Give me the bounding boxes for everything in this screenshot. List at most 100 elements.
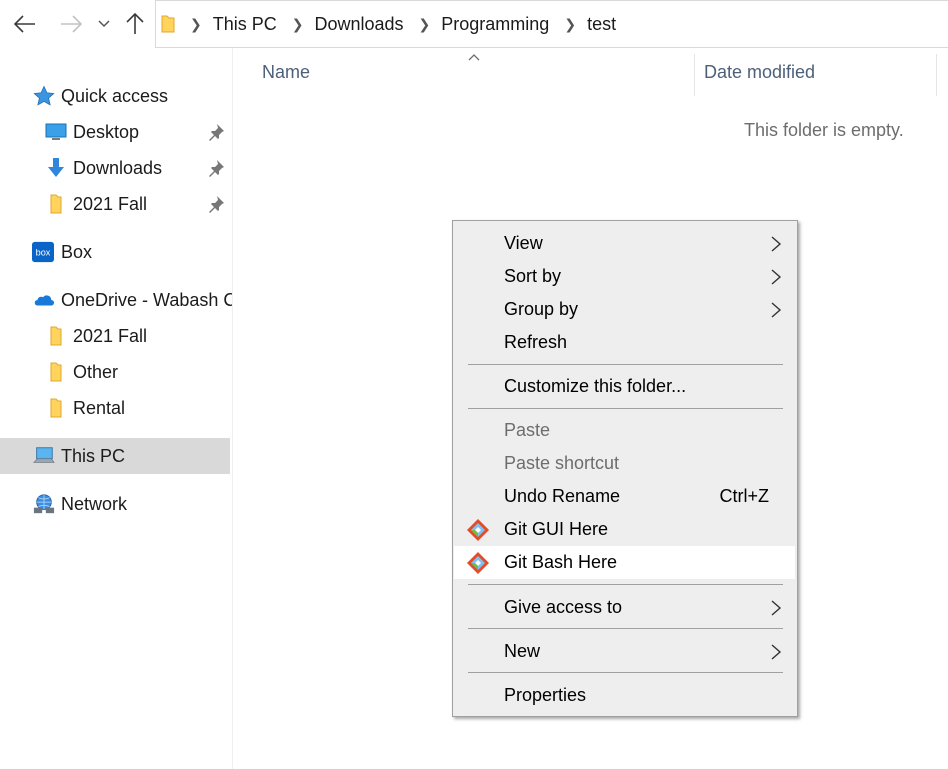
context-menu: View Sort by Group by Refresh Customize … xyxy=(452,220,798,717)
breadcrumb-this-pc[interactable]: This PC xyxy=(213,14,277,35)
sidebar-item-label: Rental xyxy=(73,397,126,418)
breadcrumb-separator-icon: ❯ xyxy=(190,15,202,32)
menu-item-give-access-to[interactable]: Give access to xyxy=(454,591,795,624)
menu-separator xyxy=(468,628,783,629)
computer-icon xyxy=(33,445,55,467)
menu-item-label: Sort by xyxy=(504,266,562,286)
star-icon xyxy=(33,85,55,107)
folder-icon xyxy=(45,193,67,215)
chevron-down-icon xyxy=(98,20,110,28)
sidebar-item-label: 2021 Fall xyxy=(73,325,148,346)
menu-item-group-by[interactable]: Group by xyxy=(454,293,795,326)
menu-item-git-bash-here[interactable]: Git Bash Here xyxy=(454,546,795,579)
menu-item-label: Group by xyxy=(504,299,579,319)
menu-item-label: Git Bash Here xyxy=(504,552,618,572)
up-button[interactable] xyxy=(122,8,148,40)
git-icon xyxy=(467,552,489,574)
menu-item-sort-by[interactable]: Sort by xyxy=(454,260,795,293)
sidebar-item-other[interactable]: Other xyxy=(0,354,230,390)
chevron-right-icon xyxy=(771,600,782,616)
sidebar-item-box[interactable]: box Box xyxy=(0,234,230,270)
menu-item-new[interactable]: New xyxy=(454,635,795,668)
breadcrumb-separator-icon: ❯ xyxy=(564,15,577,32)
svg-text:box: box xyxy=(36,248,51,258)
chevron-right-icon xyxy=(771,302,782,318)
menu-item-label: Properties xyxy=(504,685,587,705)
desktop-icon xyxy=(45,121,67,143)
menu-item-customize-folder[interactable]: Customize this folder... xyxy=(454,370,795,403)
back-button[interactable] xyxy=(10,8,40,40)
menu-item-label: Undo Rename xyxy=(504,486,621,506)
sidebar-item-desktop[interactable]: Desktop xyxy=(0,114,230,150)
sidebar-item-rental[interactable]: Rental xyxy=(0,390,230,426)
menu-item-paste: Paste xyxy=(454,414,795,447)
menu-separator xyxy=(468,364,783,365)
git-icon xyxy=(467,519,489,541)
sidebar-item-this-pc[interactable]: This PC xyxy=(0,438,230,474)
pin-icon[interactable] xyxy=(207,195,225,213)
arrow-left-icon xyxy=(14,15,35,33)
menu-item-label: Paste xyxy=(504,420,551,440)
column-resize-handle[interactable] xyxy=(694,54,695,96)
folder-icon xyxy=(45,361,67,383)
breadcrumb-separator-icon: ❯ xyxy=(291,15,304,32)
pin-icon[interactable] xyxy=(207,159,225,177)
menu-item-shortcut: Ctrl+Z xyxy=(719,486,770,506)
sidebar-item-quick-access[interactable]: Quick access xyxy=(0,78,230,114)
sidebar-item-onedrive[interactable]: OneDrive - Wabash C xyxy=(0,282,232,318)
sidebar-item-downloads[interactable]: Downloads xyxy=(0,150,230,186)
menu-item-label: View xyxy=(504,233,543,253)
menu-item-label: Refresh xyxy=(504,332,568,352)
pane-divider[interactable] xyxy=(232,48,233,769)
sidebar-item-label: Network xyxy=(61,493,128,514)
menu-item-label: Give access to xyxy=(504,597,623,617)
menu-item-refresh[interactable]: Refresh xyxy=(454,326,795,359)
pin-icon[interactable] xyxy=(207,123,225,141)
download-arrow-icon xyxy=(45,157,67,179)
sidebar-item-2021-fall[interactable]: 2021 Fall xyxy=(0,186,230,222)
address-bar[interactable]: ❯ This PC ❯ Downloads ❯ Programming ❯ te… xyxy=(155,0,948,48)
breadcrumb-separator-icon: ❯ xyxy=(418,15,431,32)
menu-item-undo-rename[interactable]: Undo Rename Ctrl+Z xyxy=(454,480,795,513)
sort-ascending-icon xyxy=(468,54,480,61)
breadcrumb-programming[interactable]: Programming xyxy=(441,14,549,35)
breadcrumb-test[interactable]: test xyxy=(587,14,616,35)
cloud-icon xyxy=(32,289,54,311)
sidebar-item-label: Box xyxy=(61,241,93,262)
menu-separator xyxy=(468,408,783,409)
menu-item-paste-shortcut: Paste shortcut xyxy=(454,447,795,480)
chevron-right-icon xyxy=(771,644,782,660)
recent-locations-button[interactable] xyxy=(94,8,114,40)
column-resize-handle[interactable] xyxy=(936,54,937,96)
empty-folder-message: This folder is empty. xyxy=(744,120,904,140)
breadcrumb-downloads[interactable]: Downloads xyxy=(314,14,403,35)
sidebar-item-onedrive-2021-fall[interactable]: 2021 Fall xyxy=(0,318,230,354)
menu-separator xyxy=(468,672,783,673)
menu-item-git-gui-here[interactable]: Git GUI Here xyxy=(454,513,795,546)
menu-item-label: Git GUI Here xyxy=(504,519,609,539)
folder-icon xyxy=(161,14,175,34)
menu-item-label: New xyxy=(504,641,541,661)
forward-button[interactable] xyxy=(56,8,86,40)
sidebar-item-label: Quick access xyxy=(61,85,169,106)
column-header-name[interactable]: Name xyxy=(262,48,310,96)
sidebar-item-label: Downloads xyxy=(73,157,163,178)
column-header-row: Name Date modified xyxy=(233,48,948,98)
menu-item-label: Paste shortcut xyxy=(504,453,620,473)
menu-item-properties[interactable]: Properties xyxy=(454,679,795,712)
navigation-pane: Quick access Desktop Downloads 2021 Fall… xyxy=(0,48,232,769)
chevron-right-icon xyxy=(771,236,782,252)
arrow-up-icon xyxy=(126,13,144,34)
menu-item-view[interactable]: View xyxy=(454,227,795,260)
sidebar-item-label: Other xyxy=(73,361,119,382)
sidebar-item-network[interactable]: Network xyxy=(0,486,230,522)
sidebar-item-label: OneDrive - Wabash C xyxy=(61,289,232,310)
box-icon: box xyxy=(32,241,54,263)
column-header-date-modified[interactable]: Date modified xyxy=(704,48,815,96)
menu-separator xyxy=(468,584,783,585)
chevron-right-icon xyxy=(771,269,782,285)
sidebar-item-label: 2021 Fall xyxy=(73,193,148,214)
menu-item-label: Customize this folder... xyxy=(504,376,687,396)
sidebar-item-label: This PC xyxy=(61,445,126,466)
folder-icon xyxy=(45,397,67,419)
